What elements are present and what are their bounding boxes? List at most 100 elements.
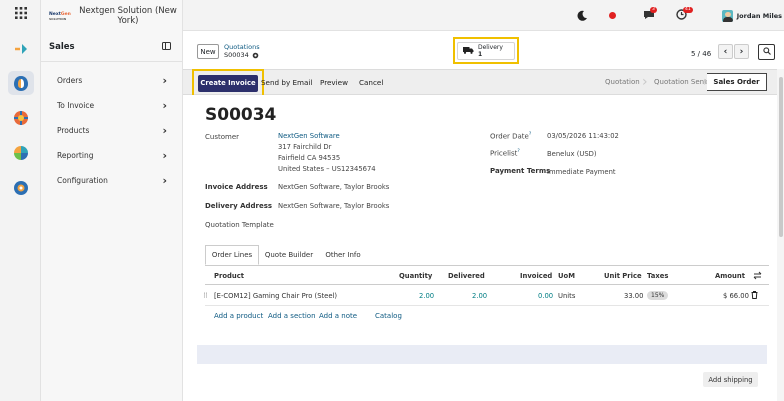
column-quantity[interactable]: Quantity (399, 272, 432, 280)
chevron-left-icon: ‹ (723, 46, 728, 57)
stage-quotation-sent[interactable]: Quotation Sent (654, 78, 707, 86)
preview-button[interactable]: Preview (320, 78, 348, 87)
pricelist-label: Pricelist? (490, 149, 520, 158)
scrollbar[interactable] (777, 69, 784, 401)
payment-terms-field[interactable]: Immediate Payment (547, 168, 616, 178)
new-button[interactable]: New (197, 44, 219, 59)
table-row-divider (205, 305, 769, 306)
stage-separator-icon: › (642, 74, 648, 90)
sidebar-item-label: To Invoice (57, 100, 95, 110)
quotation-template-label: Quotation Template (205, 221, 274, 229)
help-icon[interactable]: ? (517, 149, 519, 154)
status-dot-icon (609, 12, 616, 19)
sidebar-toggle-icon[interactable] (162, 42, 171, 50)
cancel-button[interactable]: Cancel (359, 78, 383, 87)
apps-menu-icon[interactable] (15, 7, 27, 19)
column-delivered[interactable]: Delivered (448, 272, 485, 280)
pricelist-field[interactable]: Benelux (USD) (547, 150, 597, 160)
chevron-right-icon: › (162, 148, 167, 162)
column-unit-price[interactable]: Unit Price (604, 272, 642, 280)
chevron-right-icon: › (162, 73, 167, 87)
messages-icon[interactable]: 3 (643, 7, 659, 22)
company-logo: NextGen SOLUTION (49, 12, 71, 21)
delivery-address-field[interactable]: NextGen Software, Taylor Brooks (278, 202, 389, 212)
delivery-label: Delivery (478, 43, 503, 51)
table-header-divider (205, 284, 769, 285)
tab-order-lines[interactable]: Order Lines (205, 245, 259, 265)
column-amount[interactable]: Amount (715, 272, 745, 280)
sidebar-header: Sales (49, 42, 175, 54)
column-settings-icon[interactable] (753, 271, 762, 280)
pager-previous-button[interactable]: ‹ (718, 44, 733, 59)
chevron-right-icon: › (162, 123, 167, 137)
sidebar-item-reporting[interactable]: Reporting › (57, 148, 167, 162)
help-icon[interactable]: ? (529, 132, 531, 137)
column-taxes[interactable]: Taxes (647, 272, 668, 280)
create-invoice-button[interactable]: Create Invoice (198, 74, 258, 92)
website-app-icon[interactable] (8, 106, 34, 130)
send-by-email-button[interactable]: Send by Email (261, 78, 312, 87)
company-name: Nextgen Solution (New York) (79, 6, 177, 26)
tab-other-info[interactable]: Other Info (319, 245, 367, 265)
pager-next-button[interactable]: › (734, 44, 749, 59)
delivery-smart-button-highlight: Delivery 1 (453, 37, 519, 64)
table-footer-band (197, 345, 767, 364)
dark-mode-icon[interactable] (577, 10, 588, 21)
tab-quote-builder[interactable]: Quote Builder (261, 245, 317, 265)
scrollbar-thumb[interactable] (778, 77, 783, 237)
add-section-link[interactable]: Add a section (268, 312, 316, 320)
sidebar: NextGen SOLUTION Nextgen Solution (New Yo… (41, 0, 183, 401)
drag-handle-icon[interactable]: ⠿ (203, 292, 208, 300)
user-name: Jordan Miles (736, 11, 782, 20)
customer-address-line: United States – US12345674 (278, 165, 376, 173)
status-action-bar: Create Invoice Send by Email Preview Can… (183, 69, 777, 97)
page-title: S00034 (205, 105, 277, 125)
gear-icon[interactable] (252, 52, 259, 59)
trash-icon[interactable] (751, 291, 759, 300)
sales-app-icon[interactable] (8, 71, 34, 95)
breadcrumb-parent[interactable]: Quotations (224, 43, 260, 51)
add-product-link[interactable]: Add a product (214, 312, 263, 320)
add-note-link[interactable]: Add a note (319, 312, 357, 320)
column-uom[interactable]: UoM (558, 272, 575, 280)
sidebar-item-orders[interactable]: Orders › (57, 73, 167, 87)
control-panel: New Quotations S00034 Delivery 1 5 / 46 … (183, 37, 784, 69)
order-date-field[interactable]: 03/05/2026 11:43:02 (547, 132, 619, 142)
row-unit-price: 33.00 (624, 292, 644, 300)
row-amount: $ 66.00 (723, 292, 749, 300)
chevron-right-icon: › (162, 98, 167, 112)
discuss-app-icon[interactable] (8, 37, 34, 61)
company-switcher[interactable]: NextGen SOLUTION Nextgen Solution (New Yo… (49, 6, 179, 32)
row-delivered: 2.00 (472, 292, 488, 300)
app-rail (0, 0, 41, 401)
payment-terms-label: Payment Terms (490, 167, 551, 175)
tab-divider (205, 265, 769, 266)
top-navbar: 3 41 Jordan Miles (183, 0, 784, 31)
stage-sales-order[interactable]: Sales Order (707, 73, 767, 91)
sidebar-item-products[interactable]: Products › (57, 123, 167, 137)
customer-field[interactable]: NextGen Software (278, 132, 340, 142)
sidebar-item-to-invoice[interactable]: To Invoice › (57, 98, 167, 112)
inventory-app-icon[interactable] (8, 141, 34, 165)
stage-quotation[interactable]: Quotation (605, 78, 640, 86)
invoice-address-field[interactable]: NextGen Software, Taylor Brooks (278, 183, 389, 193)
order-date-label: Order Date? (490, 132, 532, 141)
customer-address-line: 317 Fairchild Dr (278, 143, 332, 151)
customer-label: Customer (205, 133, 240, 141)
row-quantity: 2.00 (419, 292, 435, 300)
activity-clock-icon[interactable]: 41 (676, 7, 694, 22)
column-product[interactable]: Product (214, 272, 244, 280)
row-uom: Units (558, 292, 576, 300)
add-shipping-button[interactable]: Add shipping (703, 372, 758, 387)
breadcrumb: Quotations S00034 (224, 43, 260, 59)
settings-app-icon[interactable] (8, 176, 34, 200)
user-menu[interactable]: Jordan Miles (722, 8, 782, 23)
form-sheet: S00034 Customer NextGen Software 317 Fai… (183, 95, 777, 401)
sidebar-item-configuration[interactable]: Configuration › (57, 173, 167, 187)
search-icon (762, 47, 771, 57)
sidebar-divider (41, 61, 183, 62)
search-options-button[interactable] (758, 44, 775, 60)
delivery-smart-button[interactable]: Delivery 1 (457, 41, 515, 60)
column-invoiced[interactable]: Invoiced (520, 272, 552, 280)
catalog-link[interactable]: Catalog (375, 312, 402, 320)
